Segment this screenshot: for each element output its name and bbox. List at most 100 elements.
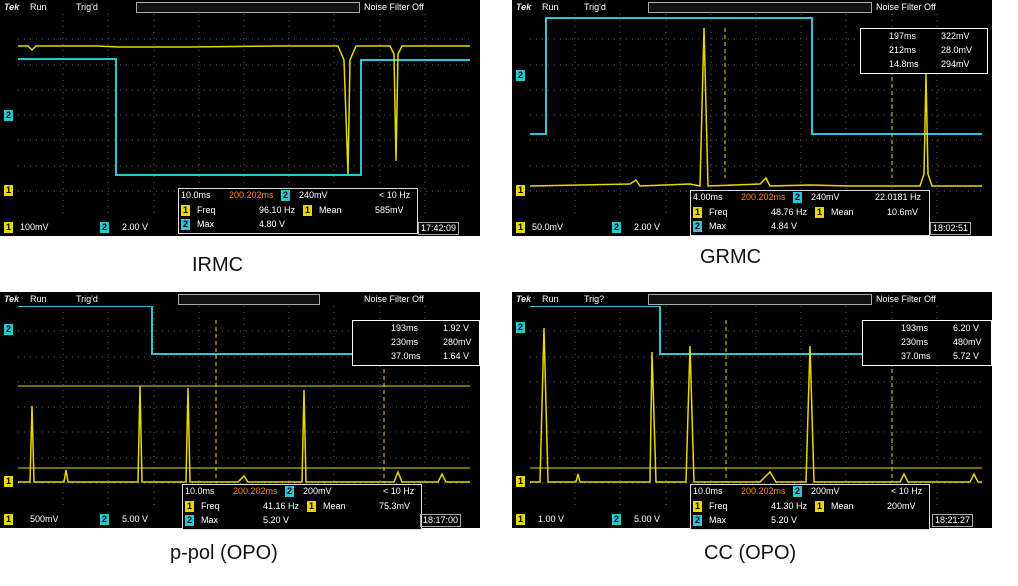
timebase: 10.0ms bbox=[185, 486, 215, 496]
brand-logo: Tek bbox=[516, 294, 532, 304]
delay: 200.202ms bbox=[741, 486, 786, 496]
trig-source-badge: 2 bbox=[793, 486, 803, 497]
trigger-status: Trig'd bbox=[76, 2, 98, 12]
caption-ppol: p-pol (OPO) bbox=[170, 542, 278, 564]
trig-source-badge: 2 bbox=[281, 190, 291, 201]
noise-filter-status: Noise Filter Off bbox=[364, 2, 424, 12]
trig-level: 200mV bbox=[303, 486, 332, 496]
trigger-status: Trig? bbox=[584, 294, 605, 304]
timebase: 4.00ms bbox=[693, 192, 723, 202]
ch1-marker: 1 bbox=[516, 185, 526, 196]
cursor-delta-volt: 1.64 V bbox=[443, 351, 470, 361]
ch2-scale: 2.00 V bbox=[634, 222, 661, 232]
freq-label: Freq bbox=[709, 207, 728, 217]
cursor-b-time: 230ms bbox=[391, 337, 419, 347]
scale-bar: 1 100mV 2 2.00 V bbox=[0, 218, 480, 236]
mean-source-badge: 1 bbox=[815, 207, 825, 218]
trig-freq: 22.0181 Hz bbox=[875, 192, 922, 202]
timebase: 10.0ms bbox=[693, 486, 723, 496]
cursor-delta-volt: 5.72 V bbox=[953, 351, 980, 361]
cursor-readout: 193ms 1.92 V 230ms 280mV 37.0ms 1.64 V bbox=[352, 320, 480, 366]
cursor-a-volt: 6.20 V bbox=[953, 323, 980, 333]
trigger-position-bar bbox=[178, 294, 320, 305]
freq-value: 96.10 Hz bbox=[259, 205, 296, 215]
cursor-a-volt: 322mV bbox=[941, 31, 970, 41]
clock: 18:17:00 bbox=[420, 514, 462, 527]
delay: 200.202ms bbox=[741, 192, 786, 202]
cursor-b-time: 212ms bbox=[889, 45, 917, 55]
trigger-position-bar bbox=[136, 2, 360, 13]
trigger-position-bar bbox=[648, 2, 872, 13]
ch2-marker: 2 bbox=[4, 324, 14, 335]
scope-irmc: Tek Run Trig'd Noise Filter Off 2 1 10.0… bbox=[0, 0, 480, 236]
run-status: Run bbox=[542, 294, 559, 304]
caption-irmc: IRMC bbox=[192, 254, 244, 276]
run-status: Run bbox=[30, 2, 47, 12]
cursor-a-time: 197ms bbox=[889, 31, 917, 41]
trigger-position-bar bbox=[648, 294, 872, 305]
brand-logo: Tek bbox=[4, 2, 20, 12]
ch2-marker: 2 bbox=[4, 110, 14, 121]
ch1-marker: 1 bbox=[4, 476, 14, 487]
scope-cc: Tek Run Trig? Noise Filter Off 2 1 193ms… bbox=[512, 292, 992, 530]
cursor-readout: 197ms 322mV 212ms 28.0mV 14.8ms 294mV bbox=[860, 28, 988, 74]
delay: 200.202ms bbox=[229, 190, 274, 200]
mean-value: 10.6mV bbox=[887, 207, 919, 217]
cursor-readout: 193ms 6.20 V 230ms 480mV 37.0ms 5.72 V bbox=[862, 320, 992, 366]
ch2-marker: 2 bbox=[516, 322, 526, 333]
timebase: 10.0ms bbox=[181, 190, 211, 200]
status-bar: Tek Run Trig? Noise Filter Off bbox=[512, 292, 992, 306]
clock: 17:42:09 bbox=[418, 222, 460, 235]
run-status: Run bbox=[30, 294, 47, 304]
waveform-area bbox=[18, 14, 470, 216]
cursor-a-time: 193ms bbox=[391, 323, 419, 333]
status-bar: Tek Run Trig'd Noise Filter Off bbox=[512, 0, 992, 14]
ch1-scale: 500mV bbox=[30, 514, 59, 524]
freq-source-badge: 1 bbox=[693, 207, 703, 218]
ch2-marker: 2 bbox=[516, 70, 526, 81]
noise-filter-status: Noise Filter Off bbox=[364, 294, 424, 304]
caption-cc: CC (OPO) bbox=[704, 542, 797, 564]
scope-grmc: Tek Run Trig'd Noise Filter Off 2 1 197m… bbox=[512, 0, 992, 236]
cursor-delta-time: 14.8ms bbox=[889, 59, 919, 69]
scale-bar: 1 1.00 V 2 5.00 V bbox=[512, 510, 992, 528]
ch1-scale-badge: 1 bbox=[4, 222, 14, 233]
freq-label: Freq bbox=[197, 205, 216, 215]
ch2-scale: 2.00 V bbox=[122, 222, 149, 232]
ch2-scale-badge: 2 bbox=[612, 514, 622, 525]
cursor-delta-time: 37.0ms bbox=[901, 351, 931, 361]
cursor-b-volt: 280mV bbox=[443, 337, 472, 347]
clock: 18:21:27 bbox=[932, 514, 974, 527]
cursor-delta-time: 37.0ms bbox=[391, 351, 421, 361]
graticule bbox=[18, 14, 470, 216]
caption-grmc: GRMC bbox=[700, 246, 762, 268]
trig-freq: < 10 Hz bbox=[891, 486, 923, 496]
delay: 200.202ms bbox=[233, 486, 278, 496]
ch1-scale: 50.0mV bbox=[532, 222, 564, 232]
freq-source-badge: 1 bbox=[181, 205, 191, 216]
trig-level: 240mV bbox=[299, 190, 328, 200]
mean-value: 585mV bbox=[375, 205, 404, 215]
ch2-scale: 5.00 V bbox=[122, 514, 149, 524]
ch2-scale-badge: 2 bbox=[100, 222, 110, 233]
status-bar: Tek Run Trig'd Noise Filter Off bbox=[0, 0, 480, 14]
ch1-scale-badge: 1 bbox=[516, 222, 526, 233]
ch1-marker: 1 bbox=[4, 185, 14, 196]
mean-label: Mean bbox=[319, 205, 342, 215]
brand-logo: Tek bbox=[4, 294, 20, 304]
cursor-b-time: 230ms bbox=[901, 337, 929, 347]
cursor-a-time: 193ms bbox=[901, 323, 929, 333]
ch2-scale-badge: 2 bbox=[612, 222, 622, 233]
cursor-a-volt: 1.92 V bbox=[443, 323, 470, 333]
trig-level: 240mV bbox=[811, 192, 840, 202]
noise-filter-status: Noise Filter Off bbox=[876, 2, 936, 12]
status-bar: Tek Run Trig'd Noise Filter Off bbox=[0, 292, 480, 306]
noise-filter-status: Noise Filter Off bbox=[876, 294, 936, 304]
scope-ppol: Tek Run Trig'd Noise Filter Off 2 1 193m… bbox=[0, 292, 480, 530]
ch1-marker: 1 bbox=[516, 476, 526, 487]
trig-freq: < 10 Hz bbox=[383, 486, 415, 496]
ch2-scale: 5.00 V bbox=[634, 514, 661, 524]
ch1-scale: 100mV bbox=[20, 222, 49, 232]
trigger-status: Trig'd bbox=[76, 294, 98, 304]
ch1-scale-badge: 1 bbox=[4, 514, 14, 525]
